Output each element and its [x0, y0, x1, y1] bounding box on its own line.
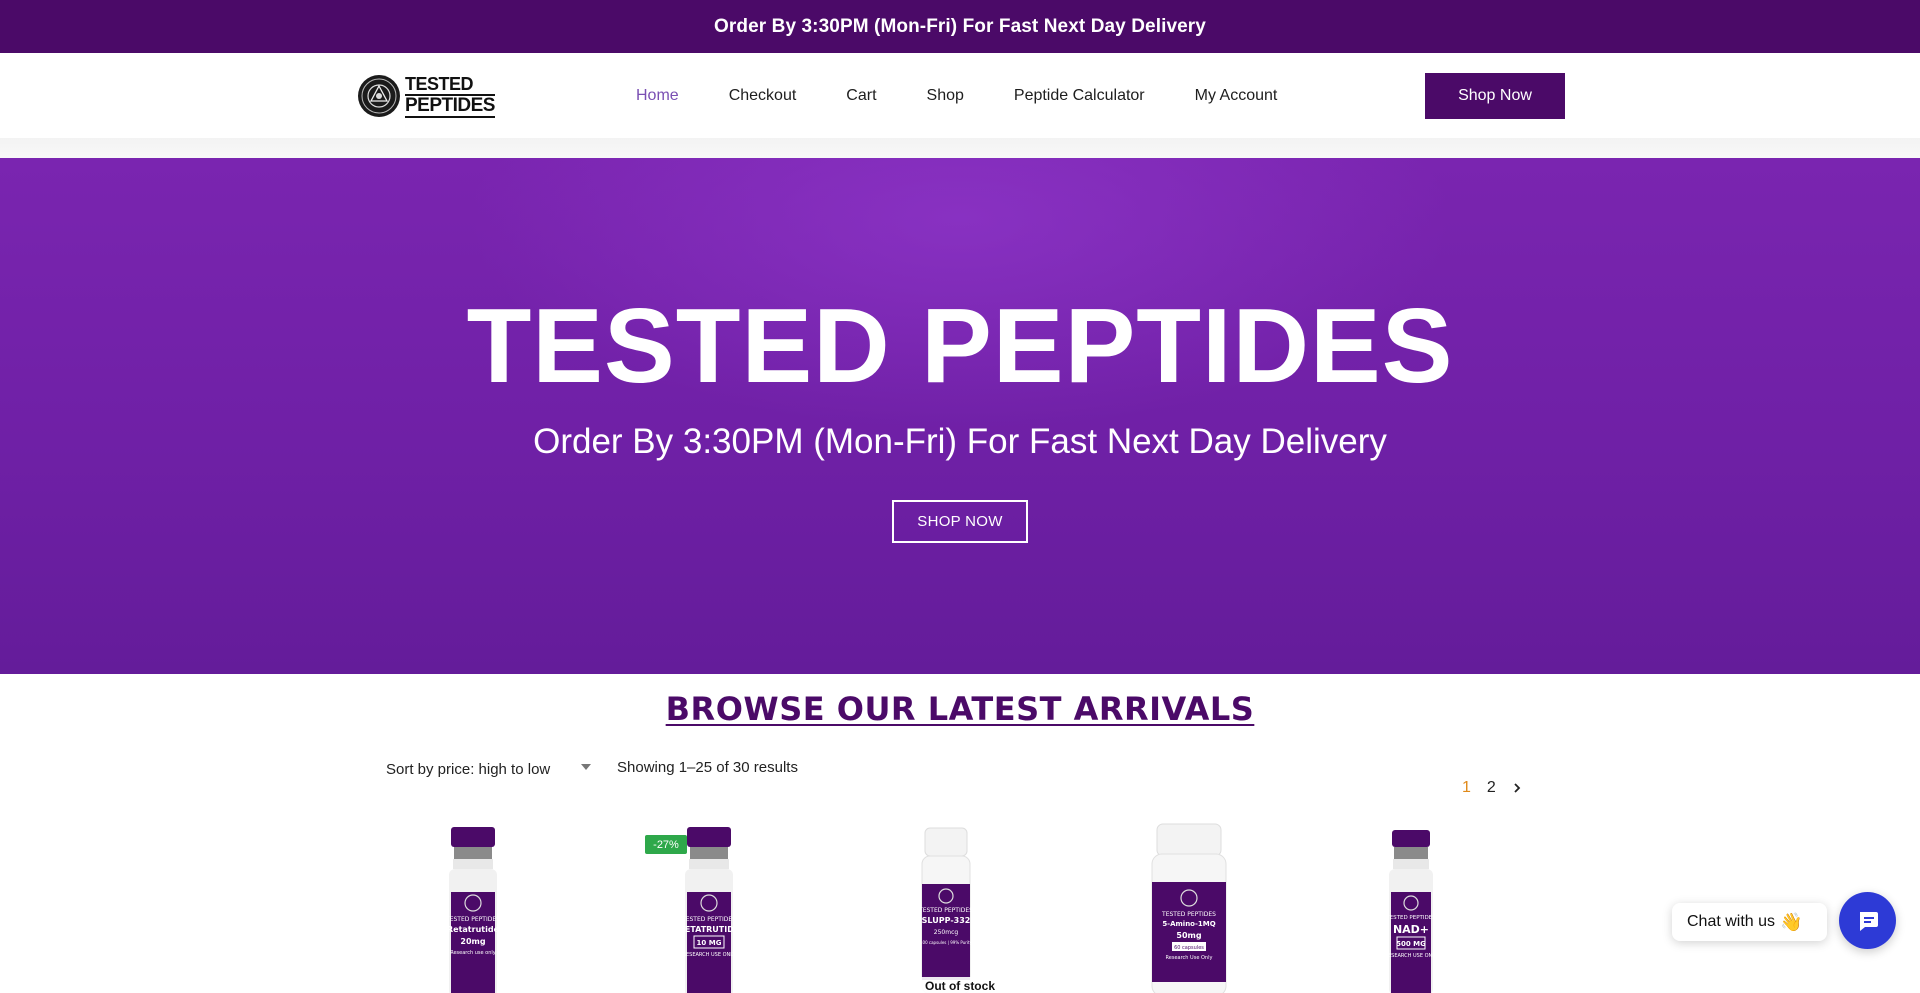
- product-brand: TESTED PEPTIDES: [1161, 911, 1216, 918]
- nav-item-home[interactable]: Home: [636, 87, 679, 105]
- product-note: RESEARCH USE ONLY: [683, 952, 737, 958]
- product-note: 100 capsules | 99% Purity: [920, 940, 973, 945]
- sort-select-value: Sort by price: high to low: [386, 760, 551, 778]
- nav-item-cart[interactable]: Cart: [846, 87, 876, 105]
- chevron-down-icon: [581, 764, 591, 770]
- product-note: RESEARCH USE ONLY: [1385, 953, 1439, 959]
- discount-badge: -27%: [645, 835, 687, 854]
- next-page-icon[interactable]: [1512, 782, 1522, 794]
- product-name: SLUPP-332: [922, 916, 971, 925]
- product-brand: TESTED PEPTIDES: [918, 907, 973, 914]
- logo-wordmark: TESTED PEPTIDES: [405, 75, 495, 118]
- product-brand: TESTED PEPTIDES: [1385, 915, 1436, 921]
- logo-line-2: PEPTIDES: [405, 94, 495, 118]
- site-logo[interactable]: TESTED PEPTIDES: [357, 71, 497, 121]
- product-card[interactable]: TESTED PEPTIDES Retatrutide 20mg Researc…: [440, 820, 540, 993]
- wave-icon: 👋: [1780, 911, 1803, 932]
- pagination: 1 2: [1462, 779, 1538, 797]
- hero-banner: TESTED PEPTIDES Order By 3:30PM (Mon-Fri…: [0, 158, 1920, 674]
- results-count: Showing 1–25 of 30 results: [617, 759, 798, 776]
- product-dose: 50mg: [1176, 931, 1201, 940]
- main-nav: Home Checkout Cart Shop Peptide Calculat…: [636, 53, 1327, 138]
- page-link-2[interactable]: 2: [1487, 779, 1496, 797]
- hero-title: TESTED PEPTIDES: [466, 287, 1454, 405]
- announcement-text: Order By 3:30PM (Mon-Fri) For Fast Next …: [714, 15, 1206, 37]
- nav-item-peptide-calculator[interactable]: Peptide Calculator: [1014, 87, 1145, 105]
- hero-shop-now-button[interactable]: SHOP NOW: [892, 500, 1028, 543]
- nav-item-my-account[interactable]: My Account: [1195, 87, 1278, 105]
- product-dose: 250mcg: [934, 929, 959, 936]
- product-dose: 20mg: [460, 937, 485, 946]
- product-extra: 60 capsules: [1174, 945, 1204, 951]
- section-heading: BROWSE OUR LATEST ARRIVALS: [665, 690, 1255, 728]
- product-name: RETATRUTIDE: [679, 925, 740, 934]
- product-image: TESTED PEPTIDES SLUPP-332 250mcg 100 cap…: [918, 827, 973, 993]
- product-image: TESTED PEPTIDES Retatrutide 20mg Researc…: [445, 827, 500, 993]
- site-header: TESTED PEPTIDES Home Checkout Cart Shop …: [0, 53, 1920, 138]
- product-note: Research Use Only: [1166, 955, 1213, 961]
- product-card[interactable]: TESTED PEPTIDES SLUPP-332 250mcg 100 cap…: [912, 820, 1012, 993]
- nav-item-checkout[interactable]: Checkout: [729, 87, 797, 105]
- product-dose: 10 MG: [697, 939, 722, 947]
- announcement-bar: Order By 3:30PM (Mon-Fri) For Fast Next …: [0, 0, 1920, 53]
- product-image: TESTED PEPTIDES RETATRUTIDE 10 MG RESEAR…: [679, 827, 740, 993]
- chat-icon: [1859, 911, 1878, 931]
- chat-launcher-button[interactable]: [1839, 892, 1896, 949]
- product-card[interactable]: TESTED PEPTIDES NAD+ 500 MG RESEARCH USE…: [1384, 820, 1484, 993]
- page-link-1[interactable]: 1: [1462, 779, 1471, 797]
- product-brand: TESTED PEPTIDES: [445, 916, 500, 923]
- product-name: NAD+: [1393, 923, 1429, 936]
- logo-emblem-icon: [358, 75, 400, 117]
- product-name: Retatrutide: [447, 925, 500, 934]
- nav-item-shop[interactable]: Shop: [927, 87, 964, 105]
- chat-with-us-bubble[interactable]: Chat with us 👋: [1672, 903, 1827, 941]
- product-note: Research use only: [450, 950, 496, 956]
- product-image: TESTED PEPTIDES 5-Amino-1MQ 50mg 60 caps…: [1151, 823, 1227, 993]
- header-divider: [0, 138, 1920, 158]
- stock-status: Out of stock: [914, 977, 1006, 993]
- shop-now-button[interactable]: Shop Now: [1425, 73, 1565, 119]
- sort-select[interactable]: Sort by price: high to low: [386, 759, 596, 779]
- product-dose: 500 MG: [1396, 940, 1426, 948]
- product-card[interactable]: TESTED PEPTIDES RETATRUTIDE 10 MG RESEAR…: [676, 820, 776, 993]
- product-card[interactable]: TESTED PEPTIDES 5-Amino-1MQ 50mg 60 caps…: [1148, 820, 1248, 993]
- product-image: TESTED PEPTIDES NAD+ 500 MG RESEARCH USE…: [1385, 830, 1439, 993]
- logo-line-1: TESTED: [405, 75, 495, 96]
- product-brand: TESTED PEPTIDES: [681, 916, 736, 923]
- chat-label: Chat with us: [1687, 913, 1776, 930]
- hero-subtitle: Order By 3:30PM (Mon-Fri) For Fast Next …: [533, 422, 1387, 461]
- product-name: 5-Amino-1MQ: [1162, 920, 1215, 928]
